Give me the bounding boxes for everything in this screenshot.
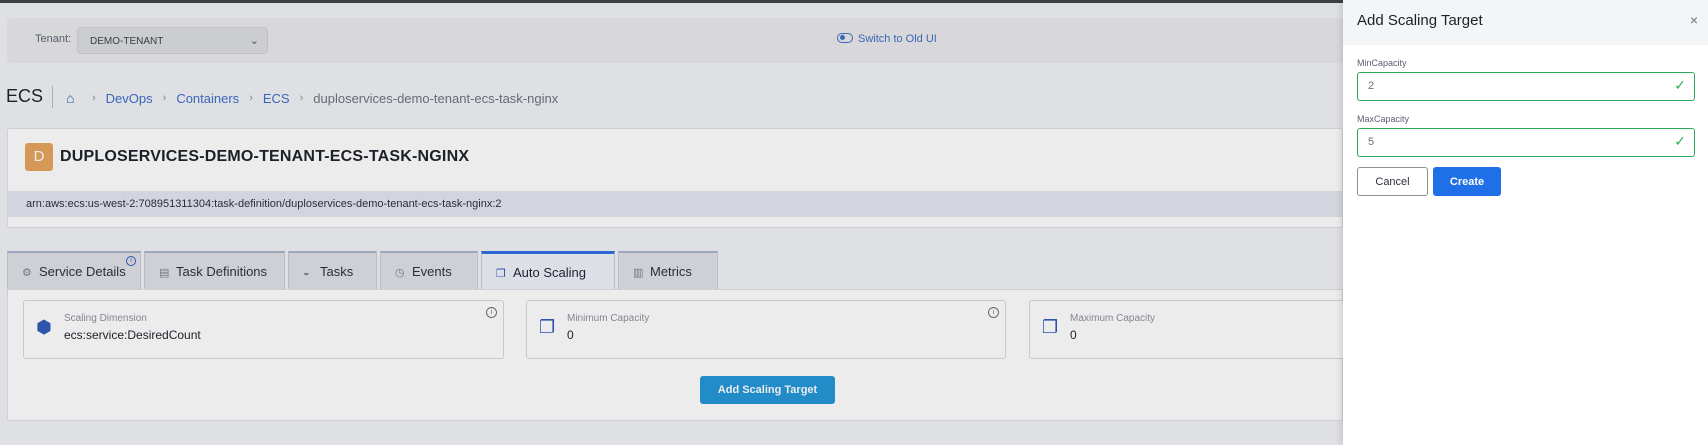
drawer-title: Add Scaling Target <box>1357 12 1483 29</box>
max-capacity-input[interactable]: 5 ✓ <box>1357 128 1695 157</box>
add-scaling-target-drawer: Add Scaling Target × MinCapacity 2 ✓ Max… <box>1343 0 1708 445</box>
cancel-button[interactable]: Cancel <box>1357 167 1428 196</box>
min-capacity-value: 2 <box>1368 80 1375 92</box>
create-button[interactable]: Create <box>1433 167 1501 196</box>
min-capacity-label: MinCapacity <box>1357 58 1407 68</box>
modal-backdrop[interactable] <box>0 3 1343 445</box>
drawer-header: Add Scaling Target × <box>1343 0 1708 45</box>
min-capacity-input[interactable]: 2 ✓ <box>1357 72 1695 101</box>
close-icon[interactable]: × <box>1690 12 1698 28</box>
max-capacity-value: 5 <box>1368 136 1375 148</box>
max-capacity-label: MaxCapacity <box>1357 114 1410 124</box>
check-icon: ✓ <box>1674 133 1686 149</box>
check-icon: ✓ <box>1674 77 1686 93</box>
